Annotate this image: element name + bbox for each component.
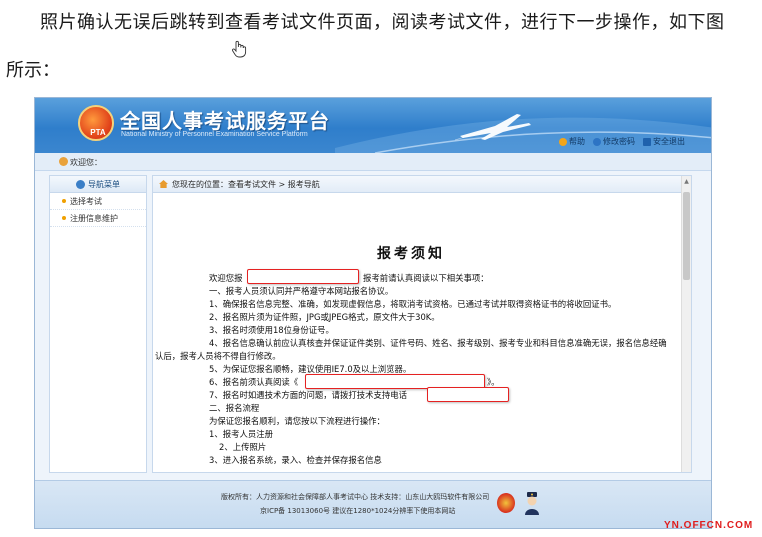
bullet-icon xyxy=(62,216,66,220)
breadcrumb: 您现在的位置：查看考试文件 > 报考导航 xyxy=(153,176,691,193)
site-subtitle: National Ministry of Personnel Examinati… xyxy=(121,131,308,138)
notice-line: 二、报名流程 xyxy=(209,403,260,413)
scroll-up-icon[interactable]: ▲ xyxy=(683,178,690,186)
welcome-bar: 欢迎您： xyxy=(35,153,711,171)
notice-line: 为保证您报名顺利，请您按以下流程进行操作： xyxy=(209,416,385,426)
sidebar-item-registration-info[interactable]: 注册信息维护 xyxy=(50,210,146,227)
notice-line: 报考前请认真阅读以下相关事项： xyxy=(363,273,489,283)
welcome-text: 欢迎您： xyxy=(70,158,102,167)
sidebar-header: 导航菜单 xyxy=(50,176,146,193)
notice-line: 1、报考人员注册 xyxy=(209,429,273,439)
top-links: 帮助 修改密码 安全退出 xyxy=(559,136,685,147)
user-icon xyxy=(59,157,68,166)
main-panel: 您现在的位置：查看考试文件 > 报考导航 报考须知 欢迎您报 报考前请认真阅读以… xyxy=(152,175,692,473)
help-icon xyxy=(559,137,567,146)
site-footer: 版权所有：人力资源和社会保障部人事考试中心 技术支持：山东山大鸥玛软件有限公司 … xyxy=(35,480,711,528)
notice-line: 认后，报考人员将不得自行修改。 xyxy=(155,351,281,361)
exam-notice-document: 报考须知 欢迎您报 报考前请认真阅读以下相关事项： 一、报考人员须认同并严格遵守… xyxy=(153,193,681,472)
logout-link[interactable]: 安全退出 xyxy=(643,136,685,147)
exam-platform-screenshot: PTA 全国人事考试服务平台 National Ministry of Pers… xyxy=(34,97,712,529)
footer-copyright: 版权所有：人力资源和社会保障部人事考试中心 技术支持：山东山大鸥玛软件有限公司 xyxy=(221,493,490,501)
pta-logo: PTA xyxy=(78,105,114,141)
site-banner: PTA 全国人事考试服务平台 National Ministry of Pers… xyxy=(35,98,711,153)
redacted-box xyxy=(247,269,359,284)
key-icon xyxy=(593,137,601,146)
notice-line: 6、报名前须认真阅读《 xyxy=(209,377,299,387)
site-title: 全国人事考试服务平台 xyxy=(120,109,330,133)
document-title: 报考须知 xyxy=(377,246,445,262)
police-icon xyxy=(525,492,539,515)
notice-line: 一、报考人员须认同并严格遵守本网站报名协议。 xyxy=(209,286,394,296)
notice-line: 2、上传照片 xyxy=(219,442,267,452)
notice-line: 欢迎您报 xyxy=(209,273,243,283)
sidebar-item-select-exam[interactable]: 选择考试 xyxy=(50,193,146,210)
footer-icp: 京ICP备 13013060号 建议在1280*1024分辨率下使用本网站 xyxy=(260,507,456,515)
notice-line: 4、报名信息确认前应认真核查并保证证件类别、证件号码、姓名、报考级别、报考专业和… xyxy=(209,338,667,348)
notice-line: 3、进入报名系统，录入、检查并保存报名信息 xyxy=(209,455,382,465)
scrollbar-thumb[interactable] xyxy=(683,192,690,280)
notice-line: 2、报名照片须为证件照，JPG或JPEG格式，原文件大于30K。 xyxy=(209,312,440,322)
notice-line: 1、确保报名信息完整、准确，如发现虚假信息，将取消考试资格。已通过考试并取得资格… xyxy=(209,299,617,309)
watermark: YN.OFFCN.COM xyxy=(664,520,754,531)
change-password-link[interactable]: 修改密码 xyxy=(593,136,635,147)
airplane-icon xyxy=(455,114,531,141)
navigation-icon xyxy=(76,179,85,189)
notice-line: 3、报名时须使用18位身份证号。 xyxy=(209,325,334,335)
redacted-box xyxy=(427,387,509,402)
hand-cursor-icon xyxy=(232,40,247,58)
document-scrollbar[interactable]: ▲ xyxy=(681,176,691,472)
sidebar: 导航菜单 选择考试 注册信息维护 xyxy=(49,175,147,473)
notice-line: 7、报名时如遇技术方面的问题，请拨打技术支持电话 xyxy=(209,390,407,400)
emblem-icon xyxy=(497,493,515,513)
home-icon xyxy=(159,180,168,188)
intro-line2: 所示： xyxy=(6,60,60,81)
bullet-icon xyxy=(62,199,66,203)
intro-line1: 照片确认无误后跳转到查看考试文件页面，阅读考试文件，进行下一步操作，如下图 xyxy=(40,12,725,33)
logout-icon xyxy=(643,137,651,146)
help-link[interactable]: 帮助 xyxy=(559,136,585,147)
